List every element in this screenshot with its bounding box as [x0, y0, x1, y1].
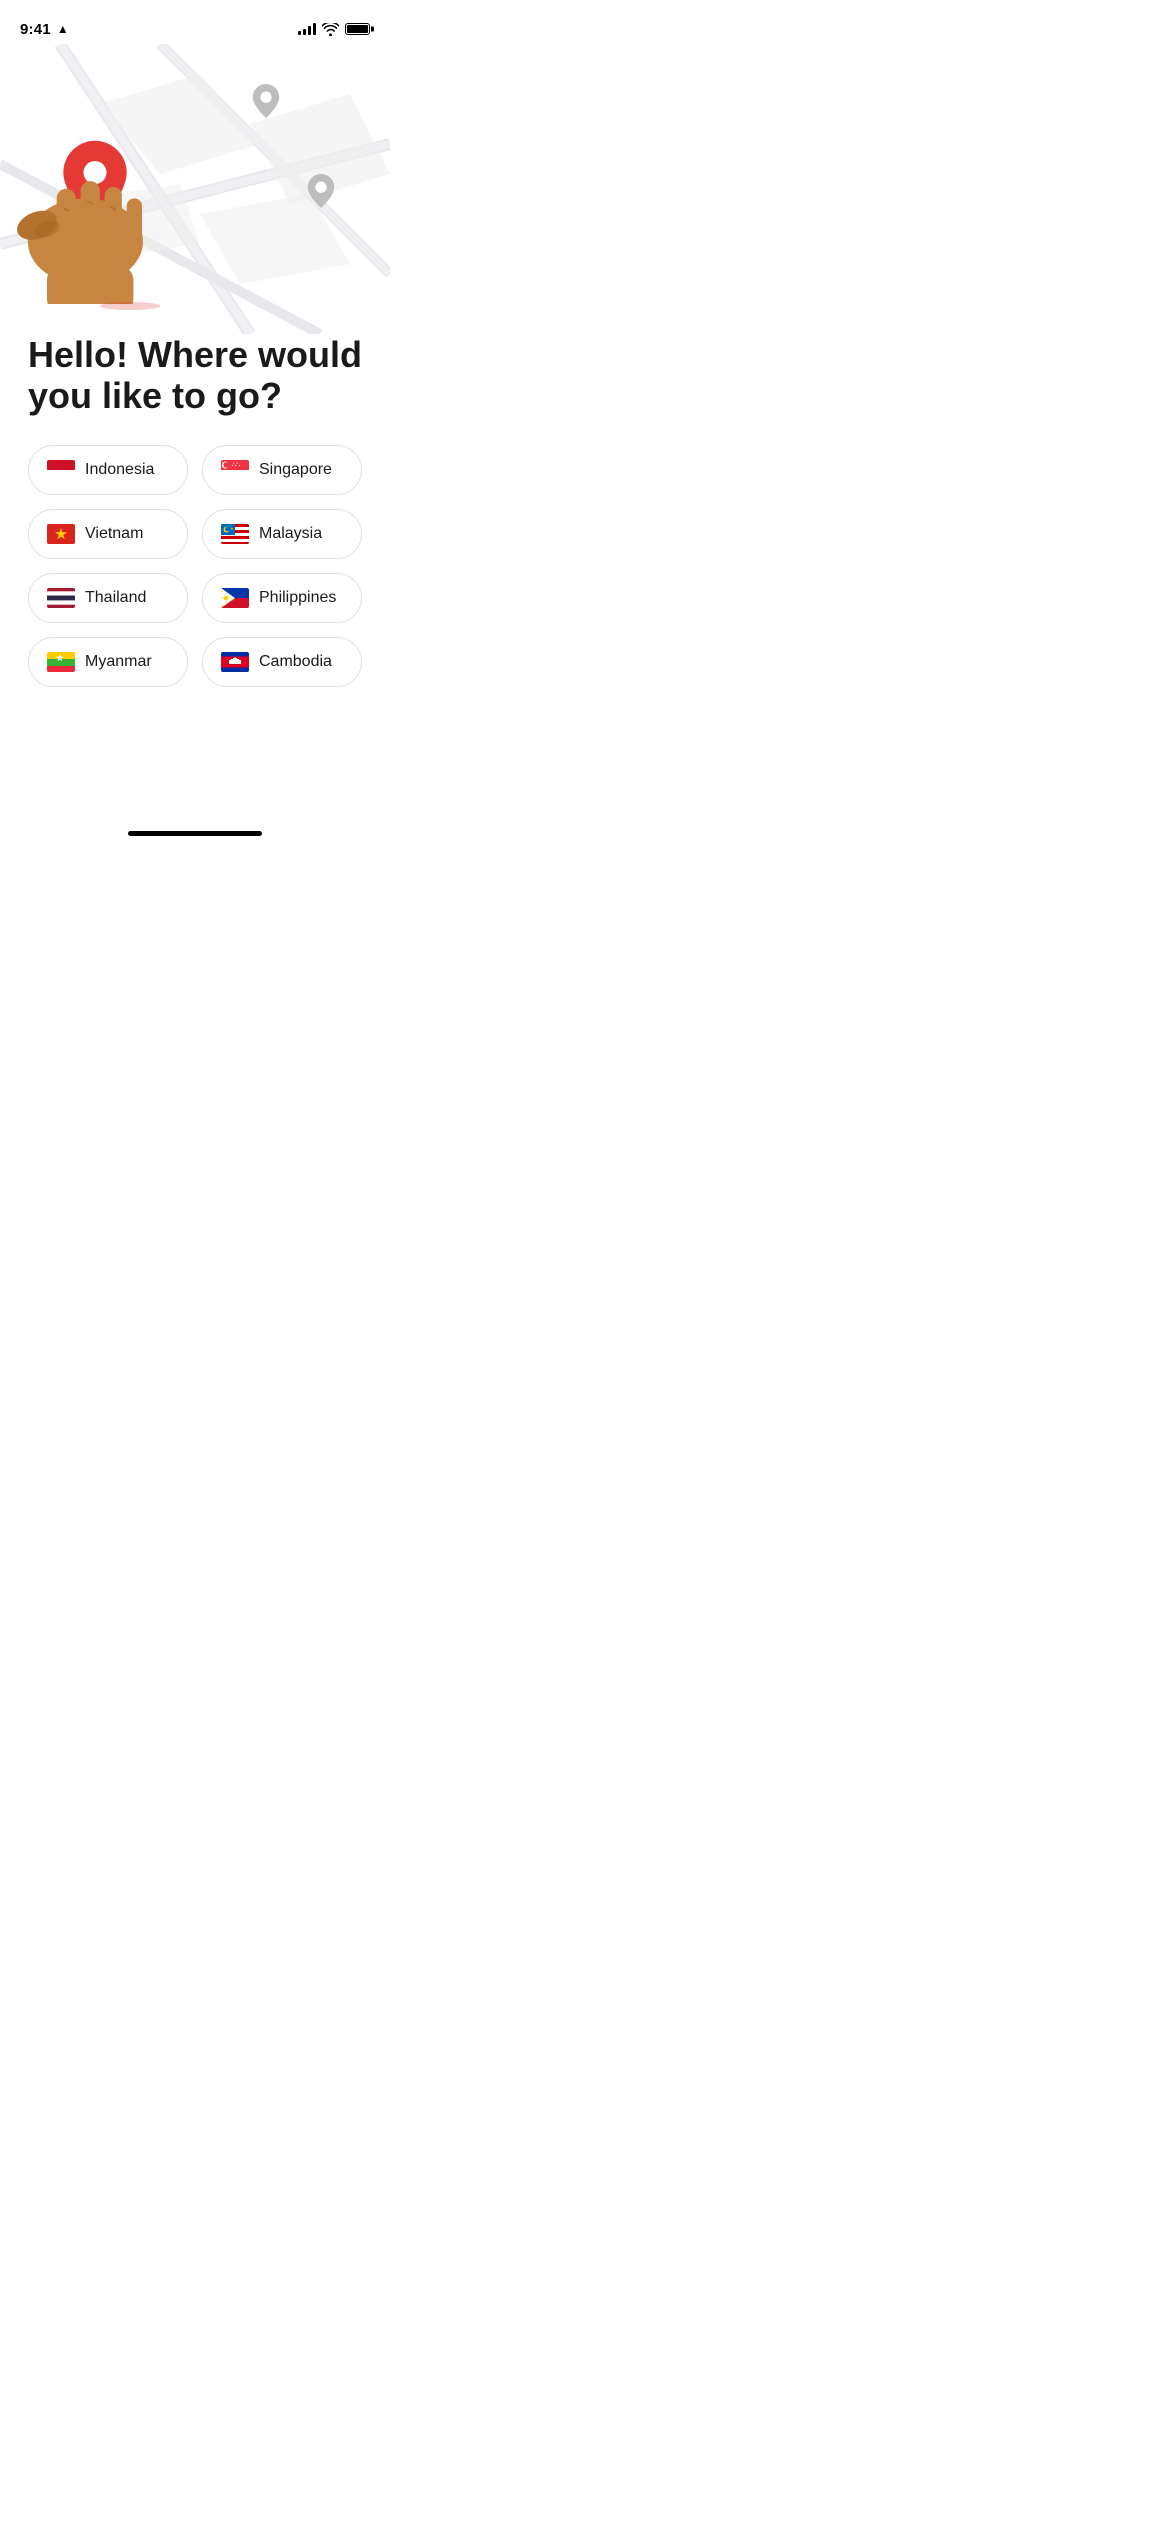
flag-philippines: [221, 588, 249, 608]
flag-thailand: [47, 588, 75, 608]
signal-icon: [298, 23, 316, 35]
map-pin-gray-1: [252, 84, 280, 118]
page-headline: Hello! Where would you like to go?: [28, 334, 362, 417]
country-label-vietnam: Vietnam: [85, 525, 143, 543]
country-btn-myanmar[interactable]: Myanmar: [28, 637, 188, 687]
country-grid: Indonesia Singapore: [28, 445, 362, 687]
home-indicator: [128, 831, 262, 836]
hand-pin-illustration: [0, 64, 210, 304]
status-bar: 9:41 ▲: [0, 0, 390, 44]
country-btn-thailand[interactable]: Thailand: [28, 573, 188, 623]
hero-illustration: [0, 44, 390, 334]
flag-cambodia: [221, 652, 249, 672]
status-icons: [298, 23, 370, 36]
map-pin-gray-2: [307, 174, 335, 208]
country-btn-philippines[interactable]: Philippines: [202, 573, 362, 623]
country-btn-malaysia[interactable]: Malaysia: [202, 509, 362, 559]
country-label-malaysia: Malaysia: [259, 525, 322, 543]
flag-singapore: [221, 460, 249, 480]
country-label-myanmar: Myanmar: [85, 653, 152, 671]
time-label: 9:41: [20, 21, 51, 38]
country-btn-indonesia[interactable]: Indonesia: [28, 445, 188, 495]
country-btn-vietnam[interactable]: Vietnam: [28, 509, 188, 559]
country-label-cambodia: Cambodia: [259, 653, 332, 671]
flag-malaysia: [221, 524, 249, 544]
country-btn-singapore[interactable]: Singapore: [202, 445, 362, 495]
country-label-singapore: Singapore: [259, 461, 332, 479]
country-label-philippines: Philippines: [259, 589, 336, 607]
country-label-thailand: Thailand: [85, 589, 146, 607]
status-time: 9:41 ▲: [20, 21, 69, 38]
main-content: Hello! Where would you like to go? Indon…: [0, 334, 390, 687]
country-btn-cambodia[interactable]: Cambodia: [202, 637, 362, 687]
wifi-icon: [322, 23, 339, 36]
pin-shadow: [100, 302, 160, 310]
flag-indonesia: [47, 460, 75, 480]
flag-myanmar: [47, 652, 75, 672]
flag-vietnam: [47, 524, 75, 544]
country-label-indonesia: Indonesia: [85, 461, 154, 479]
battery-icon: [345, 23, 370, 35]
location-icon: ▲: [57, 22, 69, 36]
